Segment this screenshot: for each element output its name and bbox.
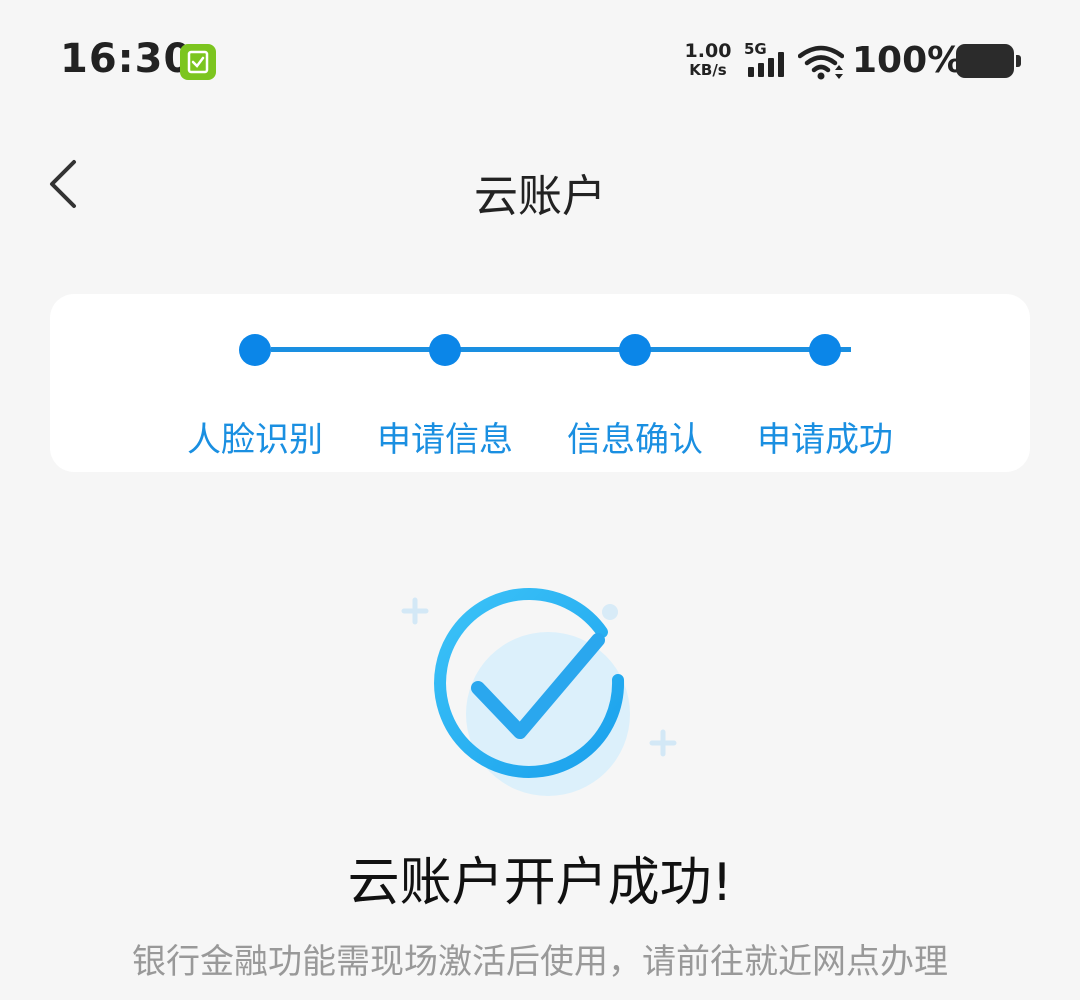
step-connector-line bbox=[271, 347, 851, 352]
result-title: 云账户开户成功! bbox=[347, 853, 733, 913]
step-dot-info-confirm bbox=[619, 334, 651, 366]
network-speed: 1.00 KB/s bbox=[684, 40, 732, 80]
step-label-application-info: 申请信息 bbox=[377, 420, 513, 460]
step-dot-success bbox=[809, 334, 841, 366]
wifi-icon bbox=[797, 44, 845, 86]
signal-5g-icon: 5G bbox=[744, 40, 790, 84]
page-title: 云账户 bbox=[474, 171, 606, 222]
step-label-success: 申请成功 bbox=[757, 420, 893, 460]
step-dot-face-recognition bbox=[239, 334, 271, 366]
success-check-icon bbox=[390, 580, 690, 824]
battery-percent: 100% bbox=[852, 40, 964, 81]
step-label-face-recognition: 人脸识别 bbox=[187, 420, 323, 460]
result-description: 银行金融功能需现场激活后使用，请前往就近网点办理 bbox=[132, 942, 948, 982]
network-type-label: 5G bbox=[744, 40, 767, 58]
step-dot-application-info bbox=[429, 334, 461, 366]
status-time: 16:30 bbox=[60, 36, 193, 82]
shield-check-icon bbox=[180, 44, 216, 80]
step-label-info-confirm: 信息确认 bbox=[567, 420, 703, 460]
progress-steps-card: 人脸识别 申请信息 信息确认 申请成功 bbox=[50, 294, 1030, 472]
status-bar: 16:30 1.00 KB/s 5G 100% bbox=[0, 0, 1080, 120]
battery-icon bbox=[956, 44, 1021, 78]
nav-bar: 云账户 bbox=[0, 130, 1080, 240]
